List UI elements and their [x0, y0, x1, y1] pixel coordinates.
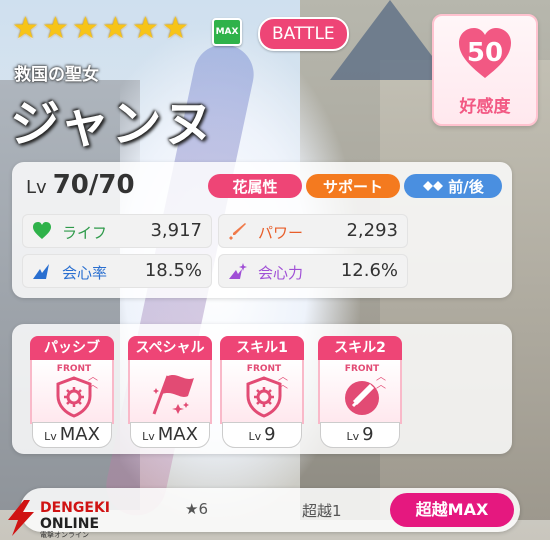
character-name: ジャンヌ: [10, 95, 216, 153]
dengeki-logo-icon: [8, 500, 34, 536]
rarity-option-star6[interactable]: ★6: [185, 500, 208, 518]
skill-level-label: Lv: [44, 430, 57, 443]
skill-card-skill1[interactable]: スキル1 FRONT ︿ ︿ Lv 9: [220, 336, 304, 448]
battle-badge: BATTLE: [258, 17, 349, 51]
sword-circle-icon: [345, 381, 379, 415]
position-tag: 前/後: [404, 174, 502, 198]
level-label: Lv: [26, 177, 47, 198]
skill-level: Lv MAX: [130, 422, 210, 448]
skill-tag: FRONT: [56, 364, 92, 374]
stat-crit-rate-label: 会心率: [62, 264, 108, 282]
star-icon: ★: [42, 11, 69, 46]
star-icon: ★: [102, 11, 129, 46]
skill-body: FRONT ︿ ︿: [318, 360, 402, 424]
crit-rate-icon: [33, 264, 49, 279]
rarity-option-overlimit-max[interactable]: 超越MAX: [390, 493, 514, 527]
stat-crit-power-value: 12.6%: [340, 260, 398, 281]
star-icon: ★: [162, 11, 189, 46]
stat-life-value: 3,917: [150, 220, 202, 241]
skill-level-label: Lv: [248, 430, 262, 443]
sword-icon: [229, 223, 246, 240]
stat-crit-power: 会心力 12.6%: [218, 254, 408, 288]
crit-power-icon: [229, 263, 247, 279]
stat-life: ライフ 3,917: [22, 214, 212, 248]
watermark-line1: DENGEKI: [40, 500, 111, 516]
skill-card-skill2[interactable]: スキル2 FRONT ︿ ︿ Lv 9: [318, 336, 402, 448]
level-display: Lv 70/70: [26, 170, 135, 200]
shield-gear-icon: [246, 376, 282, 418]
skill-level-value: 9: [362, 424, 374, 445]
flag-icon: [152, 375, 194, 415]
affection-value: 50: [466, 38, 504, 68]
position-label: 前/後: [448, 177, 484, 196]
star-icon: ★: [132, 11, 159, 46]
stat-power-label: パワー: [258, 224, 304, 242]
role-tag: サポート: [306, 174, 400, 198]
skill-level: Lv MAX: [32, 422, 112, 448]
rarity-option-overlimit1[interactable]: 超越1: [302, 500, 342, 521]
shield-gear-icon: [56, 376, 92, 418]
skill-level-value: MAX: [59, 424, 100, 445]
stat-crit-rate-value: 18.5%: [144, 260, 202, 281]
affection-panel[interactable]: 50 好感度: [432, 14, 538, 126]
rarity-stars: ★ ★ ★ ★ ★ ★: [12, 14, 190, 44]
skill-card-passive[interactable]: パッシブ FRONT ︿ ︿ Lv MAX: [30, 336, 114, 448]
stat-crit-rate: 会心率 18.5%: [22, 254, 212, 288]
stat-power-value: 2,293: [346, 220, 398, 241]
skill-level: Lv 9: [222, 422, 302, 448]
star-icon: ★: [72, 11, 99, 46]
heart-icon: [33, 222, 51, 239]
affection-label: 好感度: [459, 97, 511, 117]
skill-level: Lv 9: [320, 422, 400, 448]
skills-panel: パッシブ FRONT ︿ ︿ Lv MAX スペシャル Lv MAX スキル1 …: [12, 324, 512, 454]
watermark: DENGEKI ONLINE 電撃オンライン: [4, 498, 136, 540]
skill-title: スキル2: [318, 336, 402, 360]
skill-card-special[interactable]: スペシャル Lv MAX: [128, 336, 212, 448]
skill-body: FRONT ︿ ︿: [30, 360, 114, 424]
skill-tag: FRONT: [344, 364, 380, 374]
skill-title: パッシブ: [30, 336, 114, 360]
star-icon: ★: [12, 11, 39, 46]
level-value: 70/70: [52, 170, 135, 200]
stat-crit-power-label: 会心力: [258, 264, 304, 282]
position-icon: [423, 181, 444, 191]
max-badge: MAX: [212, 18, 242, 46]
skill-level-value: 9: [264, 424, 276, 445]
watermark-line3: 電撃オンライン: [40, 531, 89, 539]
stat-power: パワー 2,293: [218, 214, 408, 248]
skill-body: FRONT ︿ ︿: [220, 360, 304, 424]
skill-level-label: Lv: [346, 430, 360, 443]
skill-level-value: MAX: [157, 424, 198, 445]
attribute-tag: 花属性: [208, 174, 302, 198]
skill-tag: FRONT: [246, 364, 282, 374]
status-panel: Lv 70/70 花属性 サポート 前/後 ライフ 3,917 パワー 2,293…: [12, 162, 512, 298]
stat-life-label: ライフ: [62, 224, 108, 242]
skill-title: スキル1: [220, 336, 304, 360]
skill-body: [128, 360, 212, 424]
character-title: 救国の聖女: [14, 65, 99, 85]
skill-title: スペシャル: [128, 336, 212, 360]
skill-level-label: Lv: [142, 430, 155, 443]
